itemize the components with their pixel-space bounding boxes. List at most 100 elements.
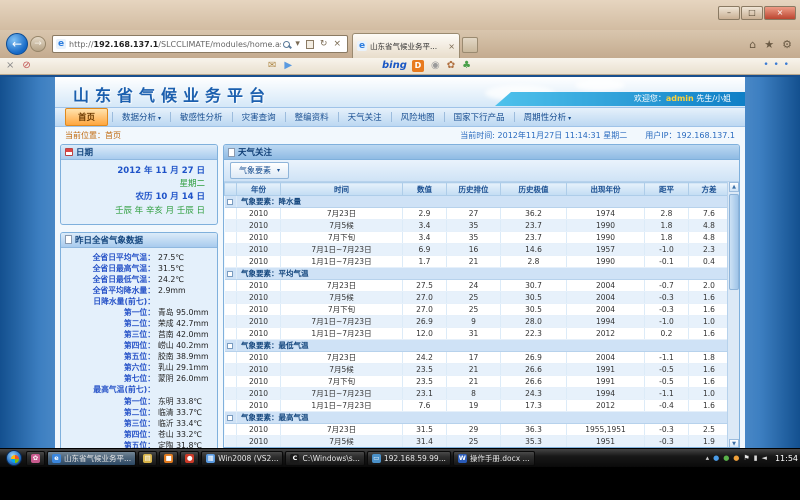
table-cell: 26.6 (501, 376, 567, 388)
table-scrollbar[interactable]: ▲ ▼ (727, 182, 739, 448)
bing-logo[interactable]: bing (382, 60, 407, 71)
explorer-task-button[interactable]: ▤ (138, 451, 157, 466)
group-checkbox[interactable] (227, 271, 233, 277)
camera-icon[interactable]: ◉ (431, 59, 440, 73)
minimize-button[interactable]: – (718, 6, 740, 20)
tab-close-icon[interactable]: × (448, 42, 455, 51)
table-group-row[interactable]: 气象要素：降水量 (225, 196, 730, 208)
mail-icon[interactable]: ✉ (268, 59, 276, 73)
search-icon[interactable] (283, 41, 290, 48)
calendar-line: 农历 10 月 14 日 (65, 191, 205, 204)
table-cell: 19 (447, 400, 501, 412)
refresh-icon[interactable]: ↻ (320, 39, 328, 49)
stop-icon[interactable]: × (333, 39, 341, 49)
table-cell: 36.3 (501, 424, 567, 436)
paw-icon[interactable]: ✿ (447, 59, 455, 73)
new-tab-button[interactable] (462, 37, 478, 53)
nav-item-3[interactable]: 灾害查询 (233, 111, 285, 123)
username: admin (666, 94, 694, 103)
cmd-task-button[interactable]: CC:\Windows\s... (285, 451, 364, 466)
downloader-icon[interactable]: D (412, 60, 424, 72)
nav-item-8[interactable]: 周期性分析▾ (515, 111, 581, 123)
pinned-app-icon[interactable]: ✿ (26, 451, 45, 466)
table-row[interactable]: 20107月1日~7月23日23.1824.31994-1.11.0 (225, 388, 730, 400)
calendar-panel: 日期 2012 年 11 月 27 日星期二农历 10 月 14 日壬辰 年 辛… (60, 144, 218, 225)
scrollbar-thumb[interactable] (729, 194, 739, 290)
network-tray-icon[interactable]: ▮ (754, 453, 758, 463)
taskbar-clock[interactable]: 11:54 (775, 454, 798, 463)
nav-item-6[interactable]: 风险地图 (392, 111, 444, 123)
flag-tray-icon[interactable]: ⚑ (743, 453, 749, 463)
green-tray-icon[interactable]: ● (723, 453, 729, 463)
browser-tab[interactable]: e 山东省气候业务平... × (352, 33, 460, 58)
table-cell: 2010 (237, 256, 281, 268)
word-task-button[interactable]: W操作手册.docx ... (453, 451, 535, 466)
table-row[interactable]: 20107月下旬3.43523.719901.84.8 (225, 232, 730, 244)
table-row[interactable]: 20107月23日27.52430.72004-0.72.0 (225, 280, 730, 292)
table-row[interactable]: 20101月1日~7月23日1.7212.81990-0.10.4 (225, 256, 730, 268)
nav-item-2[interactable]: 敏感性分析 (171, 111, 232, 123)
table-row[interactable]: 20101月1日~7月23日12.03122.320120.21.6 (225, 328, 730, 340)
column-header: 出现年份 (567, 183, 645, 196)
table-row[interactable]: 20107月5候3.43523.719901.84.8 (225, 220, 730, 232)
table-row[interactable]: 20101月1日~7月23日7.61917.32012-0.41.6 (225, 400, 730, 412)
volume-tray-icon[interactable]: ◄ (762, 453, 767, 463)
nav-item-0[interactable]: 首页 (65, 108, 108, 126)
table-row[interactable]: 20107月下旬23.52126.61991-0.51.6 (225, 376, 730, 388)
table-cell: 6.9 (403, 244, 447, 256)
table-row[interactable]: 20107月23日2.92736.219742.87.6 (225, 208, 730, 220)
group-checkbox[interactable] (227, 199, 233, 205)
home-icon[interactable]: ⌂ (749, 38, 756, 51)
table-cell: -0.5 (645, 364, 689, 376)
table-row[interactable]: 20107月1日~7月23日6.91614.61957-1.02.3 (225, 244, 730, 256)
table-group-row[interactable]: 气象要素：平均气温 (225, 268, 730, 280)
weather-summary-value: 苍山 33.2℃ (155, 429, 202, 440)
table-row[interactable]: 20107月1日~7月23日26.9928.01994-1.01.0 (225, 316, 730, 328)
vm-task-button[interactable]: ▦Win2008 (VS2... (201, 451, 283, 466)
nav-item-5[interactable]: 天气关注 (339, 111, 391, 123)
weather-summary-line: 第三位：莒南 42.0mm (61, 329, 215, 340)
app-orange-task-button[interactable]: ■ (159, 451, 178, 466)
group-checkbox[interactable] (227, 415, 233, 421)
toolbar-close-icon[interactable]: × (6, 59, 14, 73)
table-row[interactable]: 20107月23日24.21726.92004-1.11.8 (225, 352, 730, 364)
ie-task-button[interactable]: e山东省气候业务平... (47, 451, 136, 466)
table-row[interactable]: 20107月5候27.02530.52004-0.31.6 (225, 292, 730, 304)
scroll-down-icon[interactable]: ▼ (729, 439, 739, 448)
blocked-icon[interactable]: ⊘ (22, 59, 30, 73)
table-row[interactable]: 20107月5候23.52126.61991-0.51.6 (225, 364, 730, 376)
settings-gear-icon[interactable]: ⚙ (782, 38, 792, 51)
forward-button[interactable]: → (30, 36, 46, 52)
weather-summary-label: 第一位： (61, 396, 155, 407)
element-filter-button[interactable]: 气象要素 ▾ (230, 162, 289, 179)
qq-tray-icon[interactable]: ● (733, 453, 739, 463)
more-options-icon[interactable]: • • • (763, 60, 790, 70)
nav-item-7[interactable]: 国家下行产品 (445, 111, 514, 123)
compatibility-view-icon[interactable] (306, 40, 314, 49)
favorites-star-icon[interactable]: ★ (764, 38, 774, 51)
globe-tray-icon[interactable]: ● (713, 453, 719, 463)
maximize-button[interactable]: □ (741, 6, 763, 20)
table-row[interactable]: 20107月5候31.42535.31951-0.31.9 (225, 436, 730, 448)
table-group-row[interactable]: 气象要素：最低气温 (225, 340, 730, 352)
hidden-icons-chevron[interactable]: ▴ (706, 453, 710, 463)
group-checkbox[interactable] (227, 343, 233, 349)
table-cell: 1.6 (689, 292, 730, 304)
nav-item-4[interactable]: 整编资料 (286, 111, 338, 123)
table-row[interactable]: 20107月下旬27.02530.52004-0.31.6 (225, 304, 730, 316)
table-row[interactable]: 20107月23日31.52936.31955,1951-0.32.5 (225, 424, 730, 436)
send-plane-icon[interactable]: ▶ (284, 59, 292, 73)
address-input[interactable]: e http://192.168.137.1/SLCCLIMATE/module… (52, 35, 348, 53)
group-label: 气象要素：降水量 (237, 196, 730, 208)
back-button[interactable]: ← (6, 33, 28, 55)
clover-icon[interactable]: ♣ (462, 59, 471, 73)
start-button[interactable] (6, 450, 22, 466)
app-red-task-button[interactable]: ● (180, 451, 199, 466)
scroll-up-icon[interactable]: ▲ (729, 182, 739, 192)
nav-item-1[interactable]: 数据分析▾ (113, 111, 170, 123)
table-cell: 31.4 (403, 436, 447, 448)
rdp-task-button[interactable]: ▭192.168.59.99... (367, 451, 451, 466)
close-button[interactable]: × (764, 6, 796, 20)
search-dropdown-icon[interactable]: ▾ (295, 39, 300, 49)
table-group-row[interactable]: 气象要素：最高气温 (225, 412, 730, 424)
